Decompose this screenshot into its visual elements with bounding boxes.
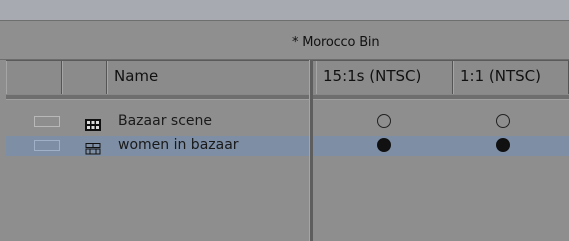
column-header-select[interactable] <box>6 61 62 94</box>
status-circle-15-1s <box>377 114 391 128</box>
top-strip <box>0 0 569 21</box>
column-header-name[interactable]: Name <box>107 61 313 94</box>
clip-name: women in bazaar <box>118 137 239 153</box>
row-select-box[interactable] <box>34 116 60 127</box>
column-header-1-1-ntsc[interactable]: 1:1 (NTSC) <box>453 61 569 94</box>
column-header-row: Name 15:1s (NTSC) 1:1 (NTSC) <box>6 60 569 95</box>
master-clip-icon <box>85 140 101 155</box>
column-divider[interactable] <box>309 60 313 241</box>
column-header-15-1s-ntsc[interactable]: 15:1s (NTSC) <box>316 61 453 94</box>
clip-name: Bazaar scene <box>118 113 212 129</box>
column-header-icon[interactable] <box>62 61 107 94</box>
sequence-icon <box>85 116 101 131</box>
bin-title: * Morocco Bin <box>292 35 380 50</box>
list-item[interactable]: women in bazaar <box>6 136 569 156</box>
list-item[interactable]: Bazaar scene <box>6 112 569 132</box>
status-circle-1-1 <box>496 138 510 152</box>
bin-window: * Morocco Bin Name 15:1s (NTSC) 1:1 (NTS… <box>0 0 569 241</box>
clip-list: Bazaar scene women in bazaar <box>6 100 569 241</box>
status-circle-15-1s <box>377 138 391 152</box>
row-select-box[interactable] <box>34 140 60 151</box>
status-circle-1-1 <box>496 114 510 128</box>
bin-title-bar[interactable]: * Morocco Bin <box>0 21 569 60</box>
